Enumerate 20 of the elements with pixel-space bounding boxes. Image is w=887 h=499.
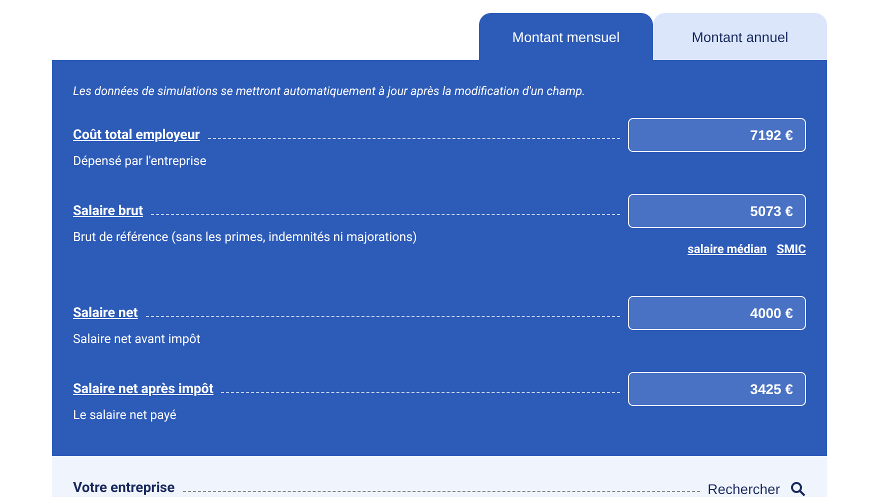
preset-link[interactable]: salaire médian bbox=[688, 242, 767, 256]
tab[interactable]: Montant mensuel bbox=[479, 13, 653, 60]
field-label[interactable]: Salaire net bbox=[73, 305, 138, 321]
field-label[interactable]: Salaire net après impôt bbox=[73, 381, 214, 397]
amount-field[interactable]: 4000 € bbox=[628, 296, 806, 330]
amount-field[interactable]: 5073 € bbox=[628, 194, 806, 228]
search-icon bbox=[790, 480, 806, 496]
amount-field[interactable]: 3425 € bbox=[628, 372, 806, 406]
notice-text: Les données de simulations se mettront automatiquement à jour après la modification d'un champ. bbox=[73, 84, 586, 98]
field-label[interactable]: Salaire brut bbox=[73, 203, 144, 219]
tab[interactable]: Montant annuel bbox=[653, 13, 827, 60]
company-label: Votre entreprise bbox=[73, 480, 175, 497]
field-description: Dépensé par l'entreprise bbox=[73, 154, 206, 169]
amount-field[interactable]: 7192 € bbox=[628, 118, 806, 152]
field-description: Salaire net avant impôt bbox=[73, 332, 200, 347]
field-description: Le salaire net payé bbox=[73, 408, 176, 423]
field-label[interactable]: Coût total employeur bbox=[73, 127, 200, 143]
field-description: Brut de référence (sans les primes, indemnités ni majorations) bbox=[73, 230, 417, 245]
preset-link[interactable]: SMIC bbox=[776, 242, 806, 256]
search-button[interactable]: Rechercher bbox=[708, 480, 806, 496]
